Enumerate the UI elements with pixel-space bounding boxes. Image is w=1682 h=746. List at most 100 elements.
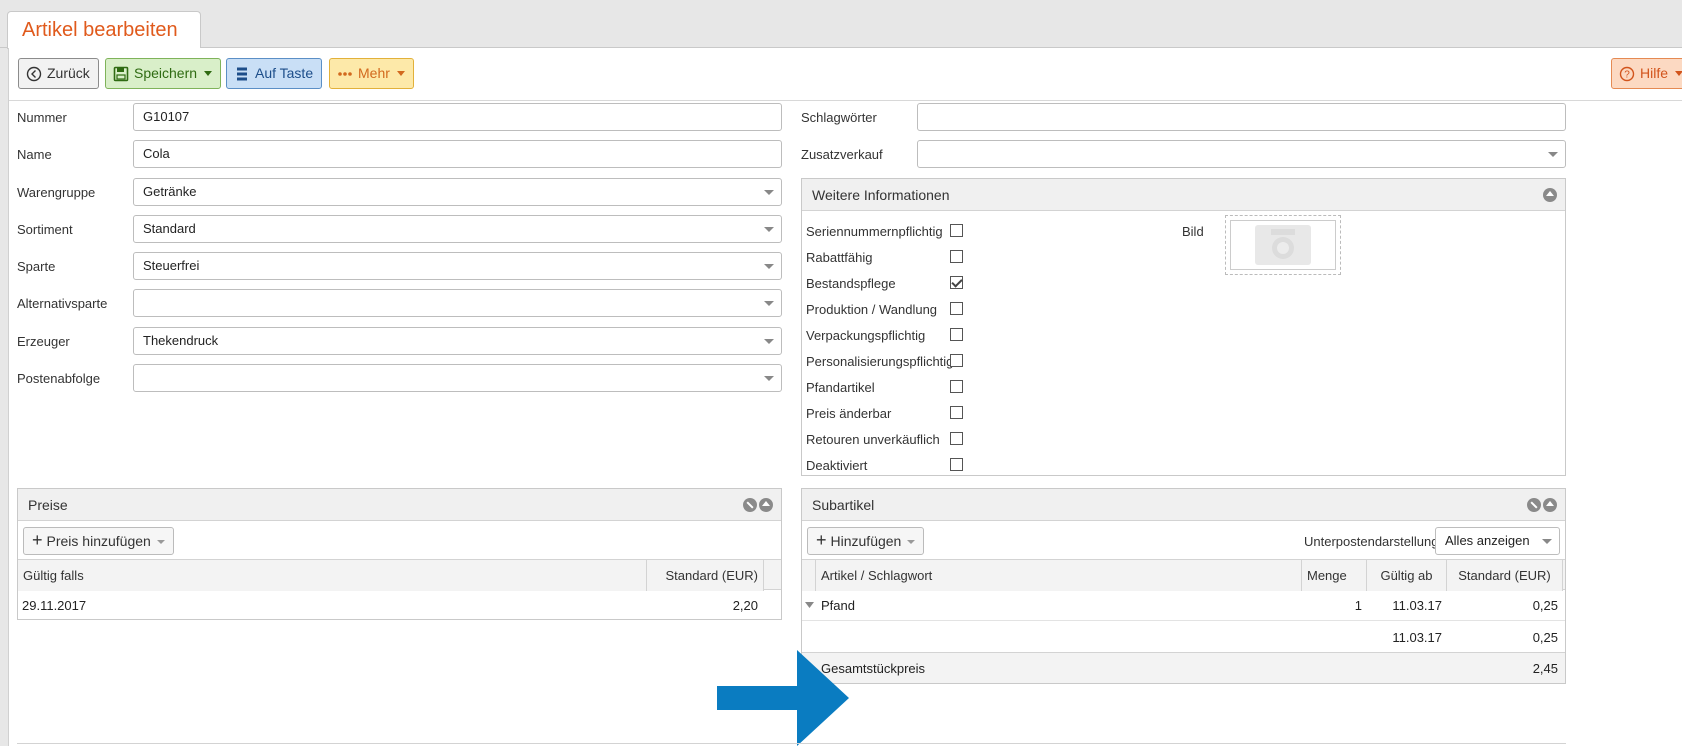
check-label: Preis änderbar: [806, 406, 892, 421]
add-subarticle-button[interactable]: + Hinzufügen: [807, 527, 925, 555]
subartikel-header: Subartikel: [802, 489, 1565, 521]
plus-icon: +: [32, 530, 43, 550]
col-standard-eur[interactable]: Standard (EUR): [647, 560, 764, 591]
tab-artikel-bearbeiten[interactable]: Artikel bearbeiten: [7, 11, 201, 49]
nummer-label: Nummer: [17, 110, 67, 125]
subartikel-panel: Subartikel + Hinzufügen Unterpostendarste…: [801, 488, 1566, 684]
floppy-disk-icon: [113, 66, 129, 81]
assign-key-button[interactable]: Auf Taste: [226, 58, 323, 89]
col-gueltig-ab[interactable]: Gültig ab: [1367, 560, 1447, 591]
checkbox-pfandartikel[interactable]: [950, 380, 963, 393]
checkbox-retouren-unverkaeuflich[interactable]: [950, 432, 963, 445]
back-button[interactable]: Zurück: [18, 58, 99, 89]
alternativsparte-select[interactable]: [133, 289, 782, 317]
checkbox-personalisierungspflichtig[interactable]: [950, 354, 963, 367]
expand-triangle-icon[interactable]: [805, 602, 815, 610]
sub-gueltig-cell: 11.03.17: [1392, 630, 1442, 645]
total-value: 2,45: [1532, 661, 1558, 676]
unterposten-label: Unterpostendarstellung: [1304, 534, 1439, 549]
plus-icon: +: [816, 530, 827, 550]
zusatzverkauf-label: Zusatzverkauf: [801, 147, 883, 162]
main-content: Zurück Speichern Auf Taste Mehr ? Hilfe …: [8, 48, 1682, 746]
sub-std-cell: 0,25: [1532, 598, 1558, 613]
unterposten-select[interactable]: Alles anzeigen: [1435, 527, 1560, 555]
chevron-down-icon: [204, 71, 213, 76]
zusatzverkauf-select[interactable]: [917, 140, 1566, 168]
warengruppe-label: Warengruppe: [17, 185, 96, 200]
erzeuger-label: Erzeuger: [17, 334, 70, 349]
save-button[interactable]: Speichern: [105, 58, 222, 89]
arrow-left-circle-icon: [26, 66, 42, 81]
collapse-icon[interactable]: [1543, 498, 1557, 512]
image-frame: [1230, 220, 1336, 270]
back-label: Zurück: [47, 65, 90, 81]
alternativsparte-label: Alternativsparte: [17, 296, 108, 311]
checkbox-bestandspflege[interactable]: [950, 276, 963, 289]
preise-table-header: Gültig falls Standard (EUR): [18, 559, 781, 591]
col-gueltig-falls[interactable]: Gültig falls: [18, 560, 647, 591]
check-label: Retouren unverkäuflich: [806, 432, 940, 447]
panel-title: Subartikel: [812, 497, 875, 513]
weitere-informationen-header: Weitere Informationen: [802, 179, 1565, 211]
checkbox-deaktiviert[interactable]: [950, 458, 963, 471]
price-valid-cell: 29.11.2017: [22, 598, 87, 613]
checkbox-preis-aenderbar[interactable]: [950, 406, 963, 419]
image-dropzone[interactable]: [1225, 215, 1341, 275]
check-label: Produktion / Wandlung: [806, 302, 938, 317]
schlagwoerter-label: Schlagwörter: [801, 110, 877, 125]
erzeuger-select[interactable]: Thekendruck: [133, 327, 782, 355]
preise-panel: Preise + Preis hinzufügen Gültig falls St…: [17, 488, 782, 620]
add-price-button[interactable]: + Preis hinzufügen: [23, 527, 174, 555]
panel-title: Weitere Informationen: [812, 187, 950, 203]
name-input[interactable]: Cola: [133, 140, 782, 168]
chevron-down-icon: [1675, 71, 1682, 76]
help-button[interactable]: ? Hilfe: [1611, 58, 1682, 89]
more-button[interactable]: Mehr: [329, 58, 414, 89]
check-label: Personalisierungspflichtig: [806, 354, 954, 369]
check-label: Rabattfähig: [806, 250, 873, 265]
checkbox-seriennummernpflichtig[interactable]: [950, 224, 963, 237]
toolbar: Zurück Speichern Auf Taste Mehr ? Hilfe: [9, 48, 1682, 101]
check-label: Deaktiviert: [806, 458, 868, 473]
bild-label: Bild: [1182, 224, 1204, 239]
ellipsis-icon: [338, 71, 352, 76]
postenabfolge-select[interactable]: [133, 364, 782, 392]
schlagwoerter-input[interactable]: [917, 103, 1566, 131]
collapse-icon[interactable]: [1543, 188, 1557, 202]
preise-header: Preise: [18, 489, 781, 521]
warengruppe-select[interactable]: Getränke: [133, 178, 782, 206]
add-price-label: Preis hinzufügen: [46, 533, 151, 549]
sortiment-select[interactable]: Standard: [133, 215, 782, 243]
sub-std-cell: 0,25: [1532, 630, 1558, 645]
check-label: Pfandartikel: [806, 380, 875, 395]
sparte-label: Sparte: [17, 259, 56, 274]
sparte-select[interactable]: Steuerfrei: [133, 252, 782, 280]
arrow-right-icon: [717, 650, 849, 746]
settings-icon[interactable]: [743, 498, 757, 512]
svg-text:?: ?: [1624, 69, 1630, 80]
col-artikel-schlagwort[interactable]: Artikel / Schlagwort: [816, 560, 1302, 591]
nummer-input[interactable]: G10107: [133, 103, 782, 131]
weitere-informationen-panel: Weitere Informationen Seriennummernpflic…: [801, 178, 1566, 476]
row-divider: [802, 620, 1565, 621]
checkbox-rabattfaehig[interactable]: [950, 250, 963, 263]
question-circle-icon: ?: [1619, 66, 1635, 81]
key-label: Auf Taste: [255, 65, 314, 81]
check-label: Bestandspflege: [806, 276, 896, 291]
name-label: Name: [17, 147, 52, 162]
col-standard-eur[interactable]: Standard (EUR): [1447, 560, 1563, 591]
chevron-down-icon: [396, 71, 405, 76]
sub-gueltig-cell: 11.03.17: [1392, 598, 1442, 613]
collapse-icon[interactable]: [759, 498, 773, 512]
help-label: Hilfe: [1640, 65, 1669, 81]
price-std-cell: 2,20: [732, 598, 758, 613]
camera-placeholder-icon: [1255, 225, 1311, 265]
add-subarticle-label: Hinzufügen: [830, 533, 902, 549]
settings-icon[interactable]: [1527, 498, 1541, 512]
sub-menge-cell: 1: [1354, 598, 1362, 613]
check-label: Verpackungspflichtig: [806, 328, 926, 343]
col-menge[interactable]: Menge: [1302, 560, 1367, 591]
checkbox-verpackungspflichtig[interactable]: [950, 328, 963, 341]
checkbox-produktion-wandlung[interactable]: [950, 302, 963, 315]
save-label: Speichern: [134, 65, 198, 81]
